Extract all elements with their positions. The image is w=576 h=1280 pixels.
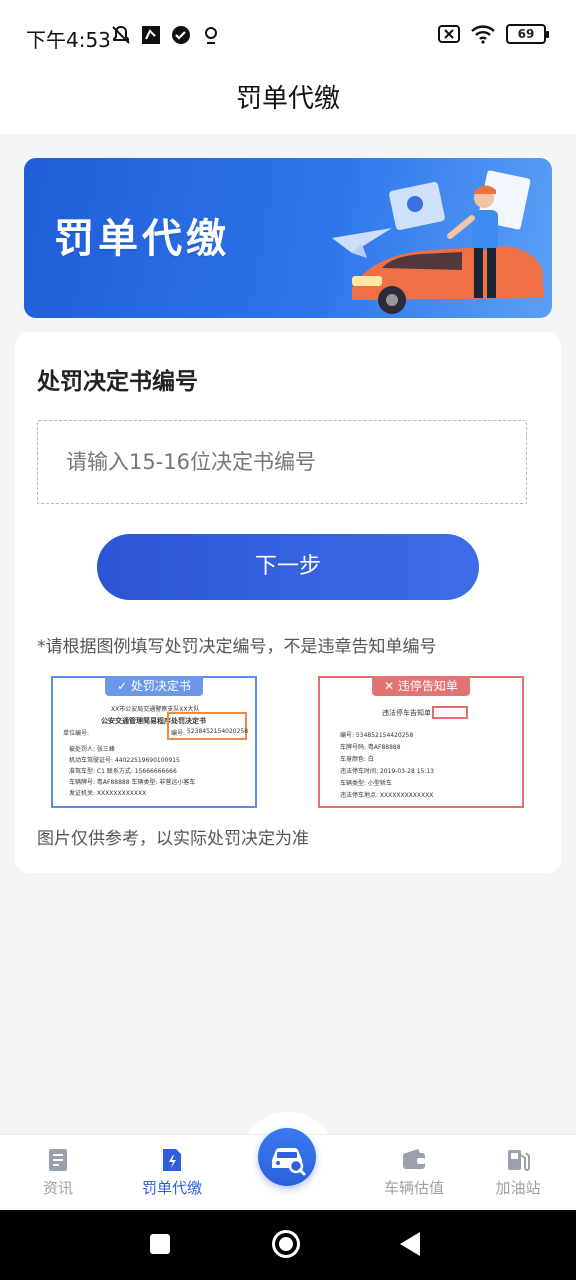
- nav-item-valuation[interactable]: 车辆估值: [364, 1147, 464, 1198]
- location-icon: [205, 27, 217, 44]
- app-header: 罚单代缴: [0, 70, 576, 134]
- example-good-row: 准驾车型: C1 联系方式: 15666666666: [69, 768, 177, 775]
- car-search-icon: [272, 1148, 306, 1176]
- example-decision-document: ✓ 处罚决定书 XX市公安局交通警察支队XX大队 公安交通管理简易程序处罚决定书…: [51, 676, 257, 808]
- example-good-unit: 单位编号:: [63, 730, 90, 737]
- example-good-number: 5238452154020258: [187, 728, 249, 735]
- battery-icon: 69: [506, 24, 549, 44]
- example-good-row: 被处罚人: 张三峰: [69, 746, 115, 753]
- example-good-tag: ✓ 处罚决定书: [105, 676, 203, 696]
- form-title: 处罚决定书编号: [37, 369, 198, 395]
- wifi-icon: [471, 25, 495, 44]
- system-nav-bar: [0, 1210, 576, 1280]
- example-bad-row: 违法停车地点: XXXXXXXXXXXXX: [340, 792, 434, 799]
- recents-button[interactable]: [150, 1234, 170, 1254]
- promo-banner[interactable]: 罚单代缴: [24, 158, 552, 318]
- home-button[interactable]: [272, 1230, 300, 1258]
- news-icon: [49, 1149, 67, 1171]
- banner-illustration: [332, 170, 544, 314]
- example-bad-highlight: [432, 706, 468, 719]
- ticket-icon: [163, 1149, 181, 1171]
- example-good-number-label: 编号:: [171, 730, 186, 737]
- example-bad-tag: ✕ 违停告知单: [372, 676, 470, 696]
- back-button[interactable]: [400, 1232, 420, 1256]
- status-bar: 下午4:53 69: [0, 0, 576, 70]
- nav-item-fine-payment[interactable]: 罚单代缴: [122, 1147, 222, 1198]
- wallet-icon: [403, 1149, 425, 1169]
- page-title: 罚单代缴: [235, 84, 340, 114]
- example-good-row: 发证机关: XXXXXXXXXXXX: [69, 790, 147, 797]
- mute-icon: [112, 25, 130, 44]
- status-time: 下午4:53: [26, 28, 111, 52]
- example-good-row: 机动车驾驶证号: 44022519690100915: [69, 757, 180, 764]
- sim-off-icon: [438, 25, 460, 43]
- form-note: 图片仅供参考，以实际处罚决定为准: [37, 829, 309, 849]
- next-step-button[interactable]: 下一步: [97, 534, 479, 600]
- nav-label-fine-payment: 罚单代缴: [141, 1179, 202, 1197]
- form-hint: *请根据图例填写处罚决定编号，不是违章告知单编号: [37, 637, 437, 657]
- example-bad-row: 车牌号码: 粤AF88888: [340, 744, 401, 751]
- example-parking-notice: ✕ 违停告知单 违法停车告知单 编号: 534852154420258 车牌号码…: [318, 676, 524, 808]
- nav-item-gas-station[interactable]: 加油站: [468, 1147, 568, 1198]
- example-bad-heading: 违法停车告知单: [382, 709, 431, 717]
- fine-form-card: 处罚决定书编号 下一步 *请根据图例填写处罚决定编号，不是违章告知单编号 ✓ 处…: [15, 332, 561, 873]
- nav-label-gas-station: 加油站: [495, 1179, 541, 1197]
- example-bad-row: 车身颜色: 白: [340, 756, 374, 763]
- example-bad-row: 违法停车时间: 2019-03-28 15:13: [340, 768, 434, 775]
- example-good-row: 车辆牌号: 粤AF88888 车辆类型: 非营运小客车: [69, 779, 196, 786]
- status-icons-left: [110, 24, 222, 46]
- status-icons-right: 69: [438, 24, 549, 44]
- example-bad-row: 车辆类型: 小型轿车: [340, 780, 392, 787]
- nav-label-news: 资讯: [42, 1179, 73, 1197]
- nav-item-news[interactable]: 资讯: [8, 1147, 108, 1198]
- car-search-button[interactable]: [258, 1128, 316, 1186]
- fuel-icon: [508, 1150, 530, 1171]
- decision-number-field[interactable]: [37, 420, 527, 504]
- app-notification-icon: [142, 26, 160, 44]
- nav-label-valuation: 车辆估值: [383, 1179, 444, 1197]
- example-bad-row: 编号: 534852154420258: [340, 732, 414, 739]
- check-badge-icon: [172, 26, 190, 44]
- decision-number-input[interactable]: [38, 421, 526, 503]
- banner-title: 罚单代缴: [54, 216, 230, 262]
